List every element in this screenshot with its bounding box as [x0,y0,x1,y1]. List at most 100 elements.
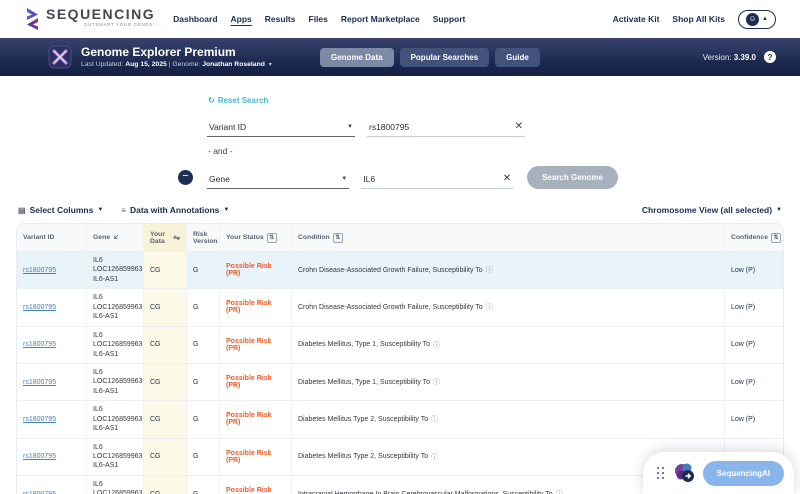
table-controls: ▤ Select Columns ▼ ≡ Data with Annotatio… [18,205,782,215]
genome-explorer-app-icon [48,45,72,69]
info-icon[interactable]: ⓘ [433,377,440,387]
confidence-value: Low (P) [731,303,756,311]
variant-id-link[interactable]: rs1800795 [23,453,56,460]
tab-guide[interactable]: Guide [495,47,540,67]
variant-id-link[interactable]: rs1800795 [23,341,56,348]
col-gene[interactable]: Gene [87,224,144,251]
nav-support[interactable]: Support [433,14,466,24]
last-updated-value: Aug 15, 2025 [125,60,167,68]
shop-all-kits-link[interactable]: Shop All Kits [672,14,725,24]
table-row: rs1800795 IL6 LOC126859963 IL6-AS1 CG G … [17,251,783,289]
nav-files[interactable]: Files [309,14,328,24]
nav-report-marketplace[interactable]: Report Marketplace [341,14,420,24]
brand-name: SEQUENCING [46,6,156,22]
col-risk-version[interactable]: Risk Version [187,224,220,251]
account-menu[interactable]: ☺ ▲ [738,9,776,29]
tab-genome-data[interactable]: Genome Data [320,47,394,67]
refresh-icon: ↻ [208,96,215,105]
col-variant-id[interactable]: Variant ID [17,224,87,251]
search-genome-button[interactable]: Search Genome [527,166,618,189]
condition-text: Diabetes Mellitus, Type 1, Susceptibilit… [298,341,431,349]
nav-results[interactable]: Results [265,14,296,24]
avatar-icon: ☺ [746,12,760,26]
info-icon[interactable]: ⓘ [556,489,563,494]
clear-icon[interactable]: ✕ [515,122,523,132]
sequencing-ai-button[interactable]: SequencingAI [702,460,784,486]
variant-id-link[interactable]: rs1800795 [23,267,56,274]
variant-id-link[interactable]: rs1800795 [23,491,56,494]
col-condition[interactable]: Condition ⇅ [292,224,725,251]
version-label: Version: [702,52,732,62]
search-input-2[interactable]: IL6 ✕ [361,170,514,189]
info-icon[interactable]: ⓘ [486,302,493,312]
col-your-status-label: Your Status [226,234,264,241]
brand-logo[interactable]: SEQUENCING OUTSMART YOUR GENES* [24,7,155,31]
chromosome-view-label: Chromosome View (all selected) [641,205,773,215]
search-input-1[interactable]: rs1800795 ✕ [367,118,525,137]
table-row: rs1800795 IL6 LOC126859963 IL6-AS1 CG G … [17,325,783,363]
data-annotations-filter[interactable]: ≡ Data with Annotations ▼ [121,205,229,215]
genome-name[interactable]: Jonathan Roseland [202,61,265,68]
chevron-down-icon: ▼ [776,207,782,213]
sequencing-ai-widget: SequencingAI [642,452,794,494]
chromosome-view-selector[interactable]: Chromosome View (all selected) ▼ [642,205,782,215]
nav-dashboard[interactable]: Dashboard [173,14,217,24]
variant-id-link[interactable]: rs1800795 [23,379,56,386]
reset-search-button[interactable]: ↻ Reset Search [208,96,268,105]
chevron-up-icon: ▲ [762,16,768,22]
chevron-down-icon: ▼ [97,207,104,213]
search-field-value-2: Gene [209,174,230,184]
your-data-value: CG [144,401,187,438]
nav-apps[interactable]: Apps [231,14,252,24]
tab-popular-searches[interactable]: Popular Searches [399,47,490,67]
subtitle-separator: | [168,60,171,68]
page-title: Genome Explorer Premium [81,45,236,60]
your-status-value: Possible Risk (PR) [226,337,272,352]
variant-id-link[interactable]: rs1800795 [23,304,56,311]
search-field-select-2[interactable]: Gene ▼ [207,170,350,189]
sequencing-logo-icon [27,8,38,30]
your-status-value: Possible Risk (PR) [226,300,272,315]
your-status-value: Possible Risk (PR) [226,263,272,278]
gene-names: IL6 LOC126859963 IL6-AS1 [93,368,143,395]
remove-criteria-button[interactable]: − [178,170,193,185]
version-number: 3.39.0 [733,52,756,62]
activate-kit-link[interactable]: Activate Kit [613,14,660,24]
help-icon[interactable]: ? [764,51,776,63]
col-your-data[interactable]: Your Data ⇋ [144,224,187,251]
adjustments-icon: ⇋ [173,233,180,242]
clear-icon[interactable]: ✕ [503,174,511,184]
search-field-value-1: Variant ID [209,122,247,132]
info-icon[interactable]: ⓘ [431,452,438,462]
your-data-value: CG [144,289,187,326]
sort-icon[interactable]: ⇅ [332,232,343,243]
col-your-data-label: Your Data [150,230,165,245]
condition-text: Diabetes Mellitus, Type 1, Susceptibilit… [298,378,431,386]
info-icon[interactable]: ⓘ [431,414,438,424]
select-columns-label: Select Columns [29,205,94,215]
confidence-value: Low (P) [731,266,756,274]
confidence-value: Low (P) [731,415,756,423]
col-your-status[interactable]: Your Status ⇅ [220,224,292,251]
reset-search-label: Reset Search [217,96,269,105]
select-columns-button[interactable]: ▤ Select Columns ▼ [18,205,103,215]
filter-icon: ≡ [121,205,126,215]
variant-id-link[interactable]: rs1800795 [23,416,56,423]
brand-tagline: OUTSMART YOUR GENES* [83,22,156,27]
app-title-block: Genome Explorer Premium Last Updated: Au… [81,45,272,68]
table-row: rs1800795 IL6 LOC126859963 IL6-AS1 CG G … [17,400,783,438]
columns-icon: ▤ [18,205,26,215]
search-field-select-1[interactable]: Variant ID ▼ [207,118,355,137]
chevron-down-icon: ▼ [347,124,353,130]
drag-handle-icon[interactable] [656,466,665,480]
info-icon[interactable]: ⓘ [486,265,493,275]
your-status-value: Possible Risk (PR) [226,449,272,464]
sort-icon[interactable]: ⇅ [771,232,782,243]
info-icon[interactable]: ⓘ [433,340,440,350]
page-subtitle: Last Updated: Aug 15, 2025 | Genome: Jon… [81,61,272,68]
search-input-value-2: IL6 [363,174,376,184]
chevron-down-icon[interactable]: ▾ [269,62,272,68]
sort-icon[interactable]: ⇅ [266,232,277,243]
your-status-value: Possible Risk (PR) [226,375,272,390]
col-confidence[interactable]: Confidence ⇅ [725,224,783,251]
